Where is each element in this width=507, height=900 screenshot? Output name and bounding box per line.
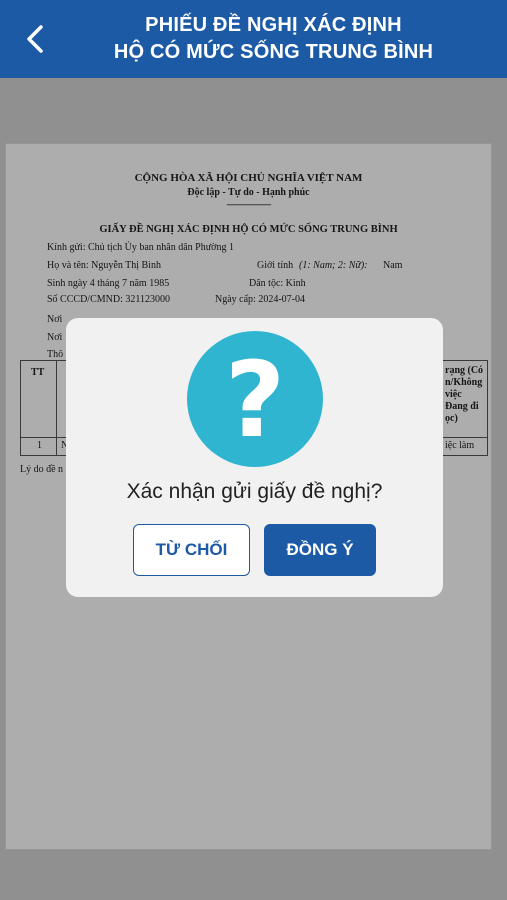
- reject-button[interactable]: TỪ CHỐI: [133, 524, 250, 576]
- back-button[interactable]: [18, 22, 52, 56]
- accept-button[interactable]: ĐỒNG Ý: [264, 524, 376, 576]
- question-mark-icon: ?: [187, 331, 323, 467]
- confirm-dialog: ? Xác nhận gửi giấy đề nghị? TỪ CHỐI ĐỒN…: [66, 318, 443, 597]
- app-header: PHIẾU ĐỀ NGHỊ XÁC ĐỊNH HỘ CÓ MỨC SỐNG TR…: [0, 0, 507, 78]
- page-title: PHIẾU ĐỀ NGHỊ XÁC ĐỊNH HỘ CÓ MỨC SỐNG TR…: [60, 12, 487, 66]
- page-title-line1: PHIẾU ĐỀ NGHỊ XÁC ĐỊNH: [145, 14, 402, 36]
- chevron-left-icon: [27, 25, 43, 53]
- dialog-message: Xác nhận gửi giấy đề nghị?: [126, 480, 383, 503]
- page-title-line2: HỘ CÓ MỨC SỐNG TRUNG BÌNH: [113, 41, 434, 63]
